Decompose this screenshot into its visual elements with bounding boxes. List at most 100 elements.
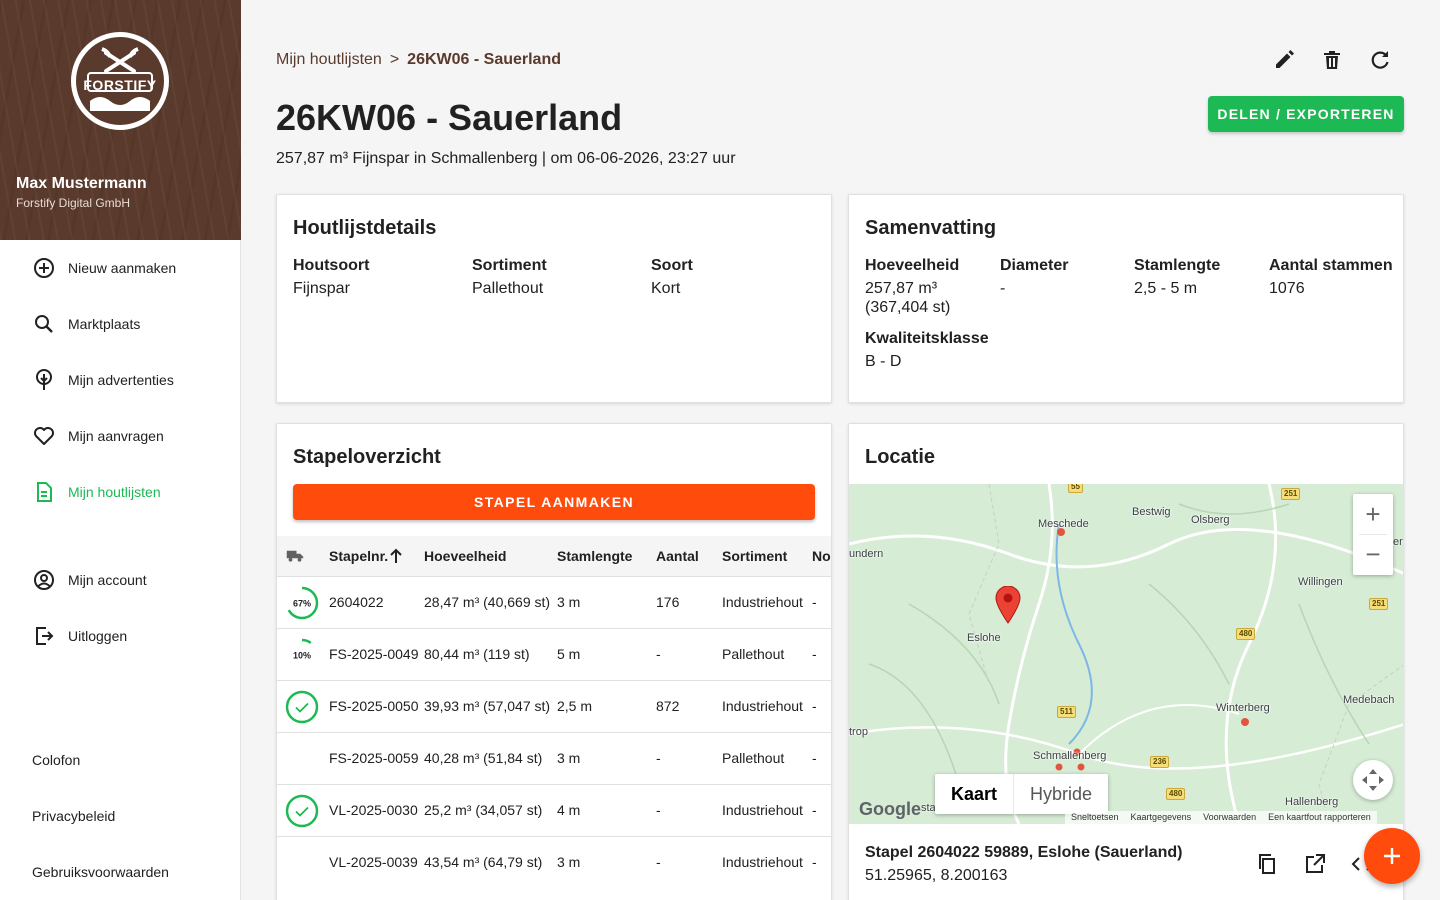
cell-stapelnr: FS-2025-0059 (329, 750, 419, 766)
details-sortiment-value: Pallethout (472, 280, 544, 297)
summary-diameter-value: - (1000, 280, 1006, 297)
breadcrumb-separator: > (389, 51, 400, 68)
check-circle-icon (285, 690, 319, 724)
map-type-kaart[interactable]: Kaart (935, 774, 1013, 814)
share-export-button[interactable]: DELEN / EXPORTEREN (1208, 96, 1404, 132)
summary-quality-label: Kwaliteitsklasse (865, 330, 989, 347)
details-sortiment-label: Sortiment (472, 257, 547, 274)
table-row[interactable]: FS-2025-0050 39,93 m³ (57,047 st) 2,5 m 872… (277, 680, 831, 732)
location-card: Locatie Meschede Bestwig Olsberg Willingen E… (848, 423, 1404, 900)
edit-button[interactable] (1272, 48, 1296, 72)
cell-sortiment: Pallethout (722, 646, 785, 662)
tree-pin-icon (36, 369, 52, 390)
zoom-out-button[interactable]: − (1353, 535, 1393, 575)
cell-no: - (812, 698, 817, 714)
location-coordinates: 51.25965, 8.200163 (865, 867, 1008, 884)
column-stapelnr[interactable]: Stapelnr. (329, 548, 388, 564)
details-card: Houtlijstdetails Houtsoort Fijnspar Sort… (276, 194, 832, 403)
summary-quantity-label: Hoeveelheid (865, 257, 960, 274)
create-stack-button[interactable]: STAPEL AANMAKEN (293, 484, 815, 520)
attribution-shortcuts[interactable]: Sneltoetsen (1071, 812, 1119, 823)
map-place-label: trop (849, 726, 868, 738)
details-houtsoort-label: Houtsoort (293, 257, 370, 274)
nav-nieuw-aanmaken[interactable]: Nieuw aanmaken (0, 248, 240, 288)
breadcrumb-parent[interactable]: Mijn houtlijsten (276, 51, 382, 68)
refresh-button[interactable] (1368, 48, 1392, 72)
nav-mijn-aanvragen[interactable]: Mijn aanvragen (0, 416, 240, 456)
table-row[interactable]: 67% 2604022 28,47 m³ (40,669 st) 3 m 176 Indu… (277, 576, 831, 628)
table-row[interactable]: VL-2025-0039 43,54 m³ (64,79 st) 3 m - Indus… (277, 836, 831, 888)
open-external-button[interactable] (1303, 852, 1327, 881)
search-icon (35, 315, 53, 333)
stacks-table-header: Stapelnr. Hoeveelheid Stamlengte Aantal … (277, 536, 831, 576)
nav-mijn-houtlijsten[interactable]: Mijn houtlijsten (0, 472, 240, 512)
column-aantal[interactable]: Aantal (656, 548, 699, 564)
map-marker-icon[interactable] (995, 586, 1021, 624)
cell-stamlengte: 3 m (557, 750, 581, 766)
summary-quality-value: B - D (865, 353, 902, 370)
table-row[interactable]: VL-2025-0030 25,2 m³ (34,057 st) 4 m - Indus… (277, 784, 831, 836)
map-type-hybride[interactable]: Hybride (1013, 774, 1108, 814)
cell-aantal: - (656, 854, 661, 870)
attribution-report[interactable]: Een kaartfout rapporteren (1268, 812, 1371, 823)
map-tiles (849, 484, 1403, 824)
nav-label: Uitloggen (68, 628, 128, 644)
column-no[interactable]: No (812, 548, 831, 564)
sort-ascending-icon[interactable] (389, 548, 403, 564)
map-road-number: 480 (1166, 788, 1186, 800)
add-fab-button[interactable] (1364, 828, 1420, 884)
attribution-map-data[interactable]: Kaartgegevens (1131, 812, 1192, 823)
nav-label: Mijn advertenties (68, 372, 174, 388)
attribution-terms[interactable]: Voorwaarden (1203, 812, 1256, 823)
column-hoeveelheid[interactable]: Hoeveelheid (424, 548, 506, 564)
map-place-label: Eslohe (967, 632, 1001, 644)
zoom-in-button[interactable]: + (1353, 494, 1393, 534)
location-map[interactable]: Meschede Bestwig Olsberg Willingen Eslohe Win… (849, 484, 1403, 824)
summary-count-value: 1076 (1269, 280, 1305, 297)
cell-stapelnr: 2604022 (329, 594, 384, 610)
link-gebruiksvoorwaarden[interactable]: Gebruiksvoorwaarden (32, 864, 169, 880)
table-row[interactable]: FS-2025-0059 40,28 m³ (51,84 st) 3 m - Palle… (277, 732, 831, 784)
cell-aantal: - (656, 646, 661, 662)
map-place-label: Hallenberg (1285, 796, 1339, 808)
details-soort-value: Kort (651, 280, 681, 297)
camera-control[interactable] (1353, 760, 1393, 800)
summary-quantity-value: 257,87 m³ (865, 280, 938, 297)
nav-marktplaats[interactable]: Marktplaats (0, 304, 240, 344)
cell-stamlengte: 5 m (557, 646, 581, 662)
nav-label: Mijn aanvragen (68, 428, 164, 444)
cell-stamlengte: 2,5 m (557, 698, 593, 714)
truck-icon (286, 550, 304, 562)
forstify-logo[interactable]: FORSTIFY (71, 32, 169, 130)
add-circle-icon (34, 258, 54, 278)
cell-aantal: - (656, 802, 661, 818)
summary-diameter-label: Diameter (1000, 257, 1069, 274)
check-circle-icon (285, 794, 319, 828)
link-privacybeleid[interactable]: Privacybeleid (32, 808, 115, 824)
link-colofon[interactable]: Colofon (32, 752, 80, 768)
column-sortiment[interactable]: Sortiment (722, 548, 787, 564)
cell-stamlengte: 3 m (557, 594, 581, 610)
table-row[interactable]: 10% FS-2025-0049 80,44 m³ (119 st) 5 m - Pall… (277, 628, 831, 680)
map-place-label: Bestwig (1132, 506, 1171, 518)
sidebar: FORSTIFY Max Mustermann Forstify Digital… (0, 0, 241, 900)
nav-mijn-advertenties[interactable]: Mijn advertenties (0, 360, 240, 400)
open-in-new-icon (1306, 854, 1325, 873)
map-road-number: 236 (1150, 756, 1170, 768)
nav-label: Nieuw aanmaken (68, 260, 177, 276)
copy-button[interactable] (1255, 852, 1279, 881)
sidebar-header: FORSTIFY Max Mustermann Forstify Digital… (0, 0, 241, 240)
zoom-control: + − (1353, 494, 1393, 575)
map-road-number: 480 (1236, 628, 1256, 640)
logo-wordmark: FORSTIFY (83, 77, 157, 93)
nav-label: Mijn houtlijsten (68, 484, 161, 500)
map-place-label: Medebach (1343, 694, 1395, 706)
cell-hoeveelheid: 40,28 m³ (51,84 st) (424, 750, 543, 766)
cell-no: - (812, 854, 817, 870)
column-stamlengte[interactable]: Stamlengte (557, 548, 632, 564)
breadcrumb-current: 26KW06 - Sauerland (407, 51, 561, 68)
nav-mijn-account[interactable]: Mijn account (0, 560, 240, 600)
nav-uitloggen[interactable]: Uitloggen (0, 616, 240, 656)
delete-button[interactable] (1320, 48, 1344, 72)
map-place-label: Schmallenberg (1033, 750, 1107, 762)
